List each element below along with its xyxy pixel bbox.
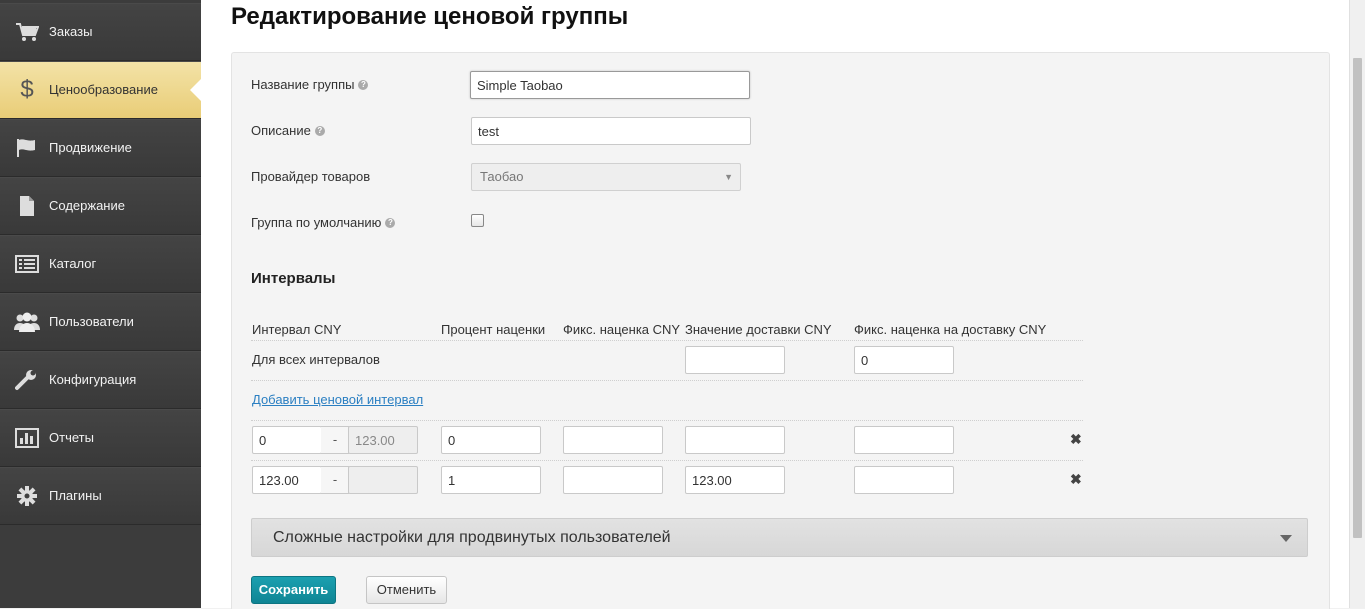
document-icon [13, 194, 41, 218]
delivery-fixed-input[interactable] [854, 426, 954, 454]
provider-select-value: Таобао [480, 169, 524, 184]
row-divider [251, 340, 1083, 341]
sidebar-item-orders[interactable]: Заказы [0, 3, 201, 61]
intervals-heading: Интервалы [251, 270, 336, 287]
row-divider [251, 420, 1083, 421]
all-intervals-label: Для всех интервалов [252, 352, 380, 367]
delivery-fixed-input[interactable] [854, 466, 954, 494]
sidebar-item-content[interactable]: Содержание [0, 177, 201, 235]
cancel-button[interactable]: Отменить [366, 576, 447, 604]
delete-row-icon[interactable]: ✖ [1070, 431, 1082, 448]
interval-from-input[interactable] [252, 426, 322, 454]
sidebar-item-users[interactable]: Пользователи [0, 293, 201, 351]
delete-row-icon[interactable]: ✖ [1070, 471, 1082, 488]
sidebar-item-label: Плагины [49, 488, 102, 503]
sidebar-item-label: Ценообразование [49, 82, 158, 97]
fixed-markup-input[interactable] [563, 466, 663, 494]
group-name-label: Название группы? [251, 77, 369, 92]
col-header-interval: Интервал CNY [252, 322, 342, 337]
sidebar-item-pricing[interactable]: $ Ценообразование [0, 61, 201, 119]
help-icon[interactable]: ? [314, 125, 325, 136]
sidebar: Заказы $ Ценообразование Продвижение Сод… [0, 0, 201, 608]
flag-icon [13, 136, 41, 160]
sidebar-item-label: Конфигурация [49, 372, 137, 387]
default-group-label: Группа по умолчанию? [251, 215, 396, 230]
sidebar-item-label: Заказы [49, 24, 93, 39]
sidebar-item-reports[interactable]: Отчеты [0, 409, 201, 467]
group-name-input[interactable] [470, 71, 750, 99]
col-header-percent: Процент наценки [441, 322, 546, 337]
markup-percent-input[interactable] [441, 426, 541, 454]
sidebar-item-plugins[interactable]: Плагины [0, 467, 201, 525]
all-delivery-fixed-input[interactable] [854, 346, 954, 374]
sidebar-item-promotion[interactable]: Продвижение [0, 119, 201, 177]
default-group-checkbox[interactable] [471, 214, 484, 227]
scrollbar-thumb[interactable] [1353, 58, 1362, 538]
col-header-delivery-fixed: Фикс. наценка на доставку CNY [854, 322, 1047, 337]
sidebar-item-label: Отчеты [49, 430, 94, 445]
interval-from-input[interactable] [252, 466, 322, 494]
delivery-value-input[interactable] [685, 466, 785, 494]
markup-percent-input[interactable] [441, 466, 541, 494]
provider-select: Таобао ▼ [471, 163, 741, 191]
cart-icon [13, 20, 41, 44]
all-delivery-input[interactable] [685, 346, 785, 374]
list-icon [13, 252, 41, 276]
chevron-down-icon: ▼ [724, 172, 733, 182]
description-input[interactable] [471, 117, 751, 145]
sidebar-item-configuration[interactable]: Конфигурация [0, 351, 201, 409]
chevron-down-icon [1280, 535, 1292, 542]
sidebar-item-label: Пользователи [49, 314, 134, 329]
sidebar-item-label: Каталог [49, 256, 97, 271]
save-button[interactable]: Сохранить [251, 576, 336, 604]
help-icon[interactable]: ? [385, 217, 396, 228]
advanced-settings-accordion[interactable]: Сложные настройки для продвинутых пользо… [251, 518, 1308, 557]
row-divider [251, 380, 1083, 381]
advanced-settings-title: Сложные настройки для продвинутых пользо… [273, 529, 671, 546]
page-title: Редактирование ценовой группы [231, 3, 629, 30]
help-icon[interactable]: ? [358, 79, 369, 90]
sidebar-item-label: Продвижение [49, 140, 132, 155]
col-header-fixed: Фикс. наценка CNY [563, 322, 681, 337]
wrench-icon [13, 368, 41, 392]
interval-to-input [348, 466, 418, 494]
delivery-value-input[interactable] [685, 426, 785, 454]
interval-separator: - [321, 466, 349, 494]
dollar-icon: $ [20, 75, 34, 103]
interval-separator: - [321, 426, 349, 454]
main-content: Редактирование ценовой группы Название г… [201, 0, 1349, 609]
description-label: Описание? [251, 123, 325, 138]
gear-icon [13, 484, 41, 508]
users-icon [13, 310, 41, 334]
provider-label: Провайдер товаров [251, 169, 371, 184]
interval-to-input [348, 426, 418, 454]
col-header-delivery: Значение доставки CNY [685, 322, 832, 337]
add-interval-link[interactable]: Добавить ценовой интервал [252, 392, 423, 407]
chart-icon [13, 426, 41, 450]
sidebar-item-catalog[interactable]: Каталог [0, 235, 201, 293]
fixed-markup-input[interactable] [563, 426, 663, 454]
sidebar-item-label: Содержание [49, 198, 125, 213]
row-divider [251, 460, 1083, 461]
